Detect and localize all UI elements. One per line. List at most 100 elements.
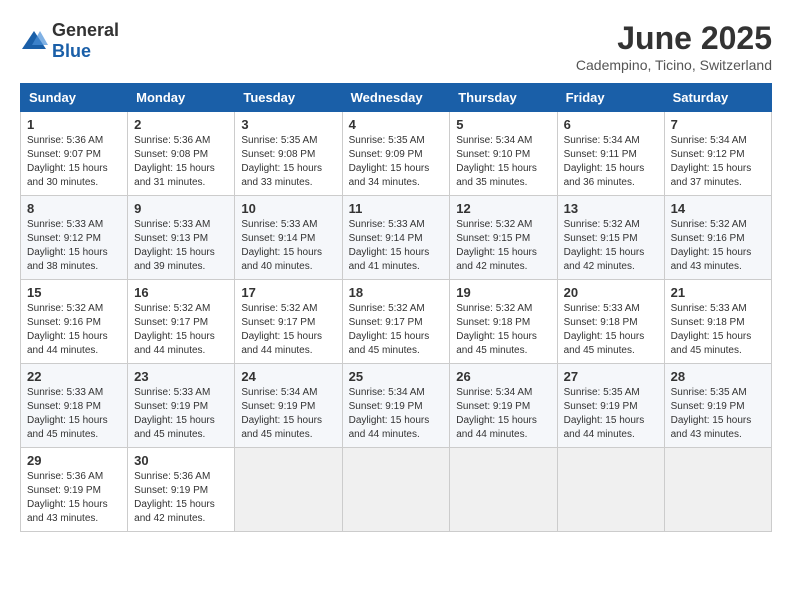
day-info: Sunrise: 5:32 AM Sunset: 9:18 PM Dayligh…	[456, 302, 550, 358]
calendar-cell: 12 Sunrise: 5:32 AM Sunset: 9:15 PM Dayli…	[450, 196, 557, 280]
day-number: 9	[134, 201, 228, 216]
day-info: Sunrise: 5:33 AM Sunset: 9:18 PM Dayligh…	[27, 386, 121, 442]
day-info: Sunrise: 5:34 AM Sunset: 9:19 PM Dayligh…	[241, 386, 335, 442]
day-number: 13	[564, 201, 658, 216]
day-number: 26	[456, 369, 550, 384]
day-number: 21	[671, 285, 765, 300]
day-number: 3	[241, 117, 335, 132]
calendar-cell: 24 Sunrise: 5:34 AM Sunset: 9:19 PM Dayli…	[235, 364, 342, 448]
day-number: 10	[241, 201, 335, 216]
calendar-week-row: 29 Sunrise: 5:36 AM Sunset: 9:19 PM Dayli…	[21, 448, 772, 532]
calendar-cell: 4Sunrise: 5:35 AM Sunset: 9:09 PM Daylig…	[342, 112, 450, 196]
day-info: Sunrise: 5:35 AM Sunset: 9:08 PM Dayligh…	[241, 134, 335, 190]
day-info: Sunrise: 5:32 AM Sunset: 9:15 PM Dayligh…	[564, 218, 658, 274]
weekday-header-thursday: Thursday	[450, 84, 557, 112]
calendar-cell: 16 Sunrise: 5:32 AM Sunset: 9:17 PM Dayli…	[128, 280, 235, 364]
calendar-cell: 19 Sunrise: 5:32 AM Sunset: 9:18 PM Dayli…	[450, 280, 557, 364]
day-info: Sunrise: 5:33 AM Sunset: 9:14 PM Dayligh…	[349, 218, 444, 274]
weekday-header-saturday: Saturday	[664, 84, 771, 112]
day-number: 5	[456, 117, 550, 132]
day-number: 11	[349, 201, 444, 216]
day-number: 27	[564, 369, 658, 384]
calendar-cell: 11 Sunrise: 5:33 AM Sunset: 9:14 PM Dayli…	[342, 196, 450, 280]
calendar-week-row: 8Sunrise: 5:33 AM Sunset: 9:12 PM Daylig…	[21, 196, 772, 280]
day-info: Sunrise: 5:32 AM Sunset: 9:17 PM Dayligh…	[134, 302, 228, 358]
day-info: Sunrise: 5:33 AM Sunset: 9:12 PM Dayligh…	[27, 218, 121, 274]
day-info: Sunrise: 5:35 AM Sunset: 9:19 PM Dayligh…	[564, 386, 658, 442]
day-number: 22	[27, 369, 121, 384]
day-info: Sunrise: 5:32 AM Sunset: 9:17 PM Dayligh…	[349, 302, 444, 358]
logo-general: General	[52, 20, 119, 40]
calendar-cell: 15Sunrise: 5:32 AM Sunset: 9:16 PM Dayli…	[21, 280, 128, 364]
calendar-cell: 3 Sunrise: 5:35 AM Sunset: 9:08 PM Daylig…	[235, 112, 342, 196]
day-info: Sunrise: 5:35 AM Sunset: 9:09 PM Dayligh…	[349, 134, 444, 190]
calendar-cell: 21Sunrise: 5:33 AM Sunset: 9:18 PM Dayli…	[664, 280, 771, 364]
calendar-cell	[557, 448, 664, 532]
calendar-cell: 14Sunrise: 5:32 AM Sunset: 9:16 PM Dayli…	[664, 196, 771, 280]
day-number: 25	[349, 369, 444, 384]
calendar-cell: 20Sunrise: 5:33 AM Sunset: 9:18 PM Dayli…	[557, 280, 664, 364]
calendar-cell: 17 Sunrise: 5:32 AM Sunset: 9:17 PM Dayli…	[235, 280, 342, 364]
calendar-cell: 1 Sunrise: 5:36 AM Sunset: 9:07 PM Daylig…	[21, 112, 128, 196]
day-info: Sunrise: 5:34 AM Sunset: 9:19 PM Dayligh…	[349, 386, 444, 442]
calendar-cell: 29 Sunrise: 5:36 AM Sunset: 9:19 PM Dayli…	[21, 448, 128, 532]
day-info: Sunrise: 5:35 AM Sunset: 9:19 PM Dayligh…	[671, 386, 765, 442]
calendar-table: SundayMondayTuesdayWednesdayThursdayFrid…	[20, 83, 772, 532]
day-info: Sunrise: 5:32 AM Sunset: 9:17 PM Dayligh…	[241, 302, 335, 358]
calendar-cell: 18 Sunrise: 5:32 AM Sunset: 9:17 PM Dayli…	[342, 280, 450, 364]
day-info: Sunrise: 5:34 AM Sunset: 9:12 PM Dayligh…	[671, 134, 765, 190]
calendar-subtitle: Cadempino, Ticino, Switzerland	[576, 57, 772, 73]
calendar-cell: 27 Sunrise: 5:35 AM Sunset: 9:19 PM Dayli…	[557, 364, 664, 448]
calendar-cell: 28 Sunrise: 5:35 AM Sunset: 9:19 PM Dayli…	[664, 364, 771, 448]
day-info: Sunrise: 5:36 AM Sunset: 9:07 PM Dayligh…	[27, 134, 121, 190]
day-number: 14	[671, 201, 765, 216]
calendar-cell: 2 Sunrise: 5:36 AM Sunset: 9:08 PM Daylig…	[128, 112, 235, 196]
logo: General Blue	[20, 20, 119, 62]
day-number: 17	[241, 285, 335, 300]
day-number: 1	[27, 117, 121, 132]
weekday-header-monday: Monday	[128, 84, 235, 112]
calendar-cell: 5 Sunrise: 5:34 AM Sunset: 9:10 PM Daylig…	[450, 112, 557, 196]
calendar-cell: 22 Sunrise: 5:33 AM Sunset: 9:18 PM Dayli…	[21, 364, 128, 448]
calendar-cell: 30 Sunrise: 5:36 AM Sunset: 9:19 PM Dayli…	[128, 448, 235, 532]
day-number: 18	[349, 285, 444, 300]
calendar-week-row: 1 Sunrise: 5:36 AM Sunset: 9:07 PM Daylig…	[21, 112, 772, 196]
day-number: 6	[564, 117, 658, 132]
calendar-week-row: 22 Sunrise: 5:33 AM Sunset: 9:18 PM Dayli…	[21, 364, 772, 448]
weekday-header-wednesday: Wednesday	[342, 84, 450, 112]
weekday-header-friday: Friday	[557, 84, 664, 112]
day-number: 24	[241, 369, 335, 384]
day-number: 29	[27, 453, 121, 468]
calendar-week-row: 15Sunrise: 5:32 AM Sunset: 9:16 PM Dayli…	[21, 280, 772, 364]
day-number: 19	[456, 285, 550, 300]
page-header: General Blue June 2025 Cadempino, Ticino…	[20, 20, 772, 73]
day-number: 30	[134, 453, 228, 468]
logo-blue: Blue	[52, 41, 91, 61]
day-info: Sunrise: 5:32 AM Sunset: 9:16 PM Dayligh…	[27, 302, 121, 358]
day-info: Sunrise: 5:34 AM Sunset: 9:11 PM Dayligh…	[564, 134, 658, 190]
day-info: Sunrise: 5:36 AM Sunset: 9:19 PM Dayligh…	[27, 470, 121, 526]
calendar-cell: 8Sunrise: 5:33 AM Sunset: 9:12 PM Daylig…	[21, 196, 128, 280]
weekday-header-sunday: Sunday	[21, 84, 128, 112]
calendar-cell	[342, 448, 450, 532]
day-number: 16	[134, 285, 228, 300]
day-info: Sunrise: 5:36 AM Sunset: 9:08 PM Dayligh…	[134, 134, 228, 190]
day-info: Sunrise: 5:33 AM Sunset: 9:13 PM Dayligh…	[134, 218, 228, 274]
day-info: Sunrise: 5:32 AM Sunset: 9:15 PM Dayligh…	[456, 218, 550, 274]
day-number: 28	[671, 369, 765, 384]
day-number: 23	[134, 369, 228, 384]
calendar-cell: 7 Sunrise: 5:34 AM Sunset: 9:12 PM Daylig…	[664, 112, 771, 196]
day-number: 7	[671, 117, 765, 132]
calendar-cell: 26Sunrise: 5:34 AM Sunset: 9:19 PM Dayli…	[450, 364, 557, 448]
calendar-cell: 10Sunrise: 5:33 AM Sunset: 9:14 PM Dayli…	[235, 196, 342, 280]
calendar-cell: 6 Sunrise: 5:34 AM Sunset: 9:11 PM Daylig…	[557, 112, 664, 196]
day-info: Sunrise: 5:36 AM Sunset: 9:19 PM Dayligh…	[134, 470, 228, 526]
day-info: Sunrise: 5:34 AM Sunset: 9:10 PM Dayligh…	[456, 134, 550, 190]
calendar-cell	[450, 448, 557, 532]
calendar-cell	[664, 448, 771, 532]
day-number: 2	[134, 117, 228, 132]
day-number: 12	[456, 201, 550, 216]
title-block: June 2025 Cadempino, Ticino, Switzerland	[576, 20, 772, 73]
calendar-title: June 2025	[576, 20, 772, 57]
weekday-header-row: SundayMondayTuesdayWednesdayThursdayFrid…	[21, 84, 772, 112]
